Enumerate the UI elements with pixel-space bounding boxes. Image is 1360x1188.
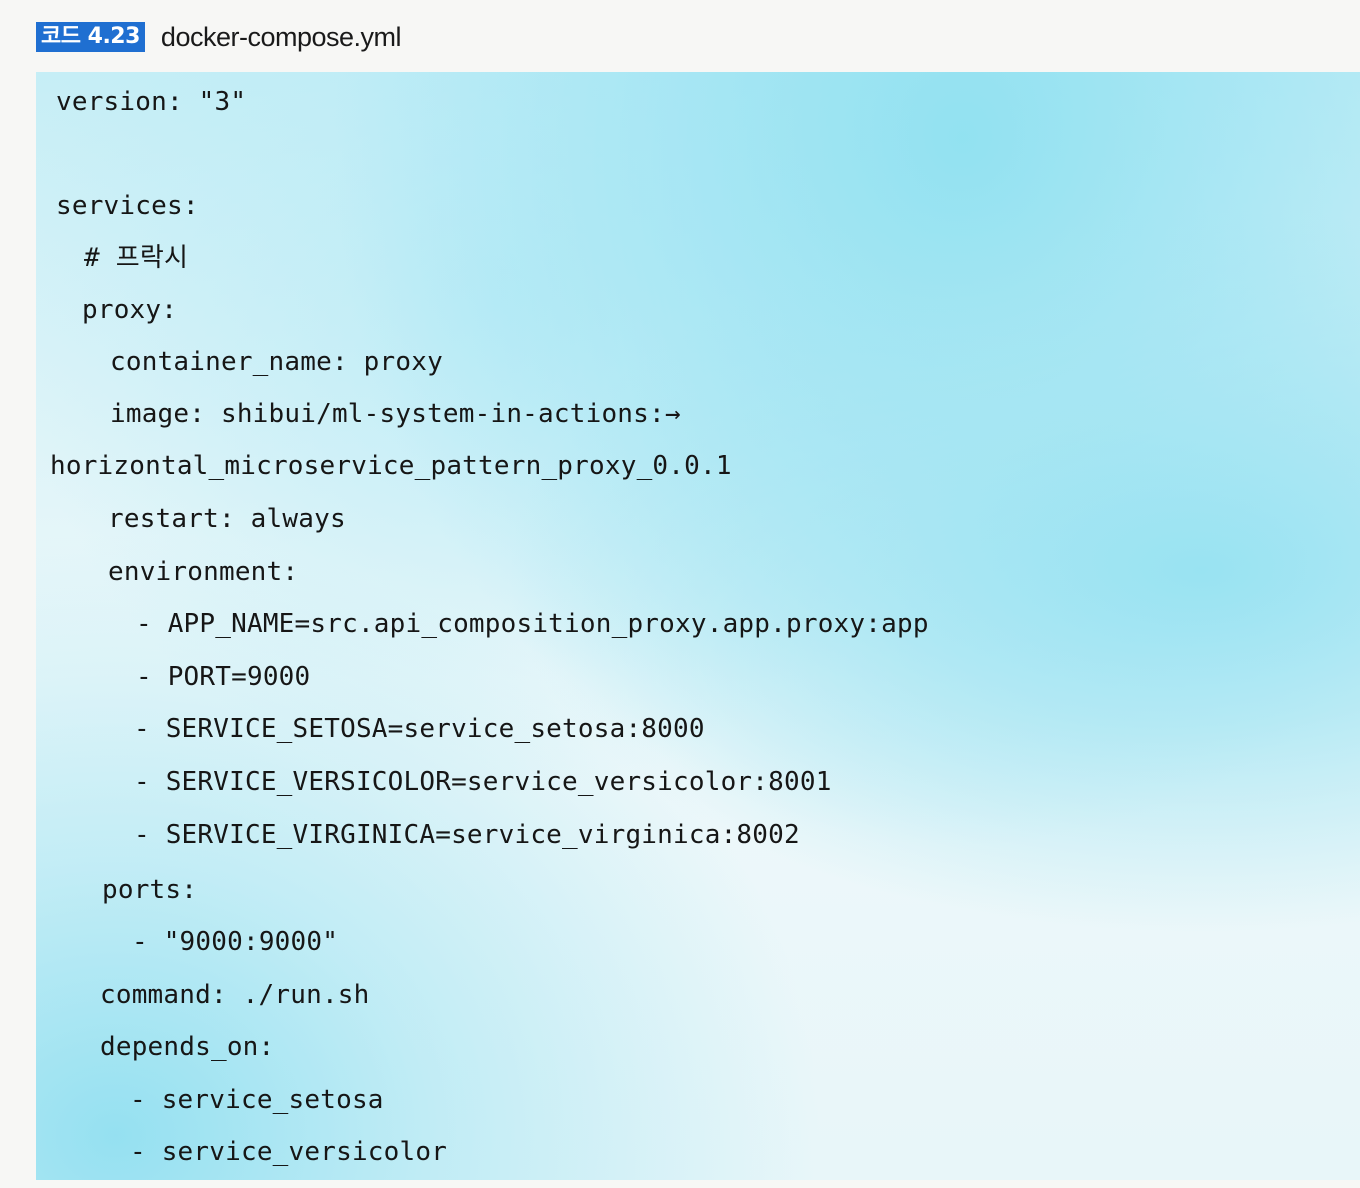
code-line-services: services: bbox=[56, 191, 199, 221]
code-line-env-setosa: - SERVICE_SETOSA=service_setosa:8000 bbox=[134, 714, 705, 744]
code-line-environment: environment: bbox=[108, 557, 299, 587]
code-line-dep-versicolor: - service_versicolor bbox=[130, 1137, 448, 1167]
code-line-image: image: shibui/ml-system-in-actions:→ bbox=[110, 399, 681, 429]
code-line-port-mapping: - "9000:9000" bbox=[132, 927, 339, 957]
code-line-env-port: - PORT=9000 bbox=[136, 662, 311, 692]
code-line-image-cont: horizontal_microservice_pattern_proxy_0.… bbox=[50, 451, 732, 481]
code-block: version: "3" services: # 프락시 proxy: cont… bbox=[36, 72, 1360, 1180]
code-line-container-name: container_name: proxy bbox=[110, 347, 443, 377]
code-line-comment: # 프락시 bbox=[84, 243, 189, 273]
code-caption: 코드 4.23 docker-compose.yml bbox=[36, 20, 402, 54]
code-line-command: command: ./run.sh bbox=[100, 980, 370, 1010]
code-line-proxy: proxy: bbox=[82, 295, 178, 325]
code-line-ports: ports: bbox=[102, 875, 198, 905]
code-line-env-virginica: - SERVICE_VIRGINICA=service_virginica:80… bbox=[134, 820, 800, 850]
code-file-title: docker-compose.yml bbox=[160, 21, 402, 52]
code-line-restart: restart: always bbox=[108, 504, 346, 534]
code-line-dep-setosa: - service_setosa bbox=[130, 1085, 384, 1115]
code-line-depends-on: depends_on: bbox=[100, 1032, 275, 1062]
code-number-badge: 코드 4.23 bbox=[36, 22, 145, 52]
code-line-version: version: "3" bbox=[56, 87, 247, 117]
code-lines: version: "3" services: # 프락시 proxy: cont… bbox=[36, 72, 1360, 1180]
code-line-env-app-name: - APP_NAME=src.api_composition_proxy.app… bbox=[136, 609, 929, 639]
code-line-env-versicolor: - SERVICE_VERSICOLOR=service_versicolor:… bbox=[134, 767, 832, 797]
book-page: 코드 4.23 docker-compose.yml version: "3" … bbox=[0, 0, 1360, 1188]
